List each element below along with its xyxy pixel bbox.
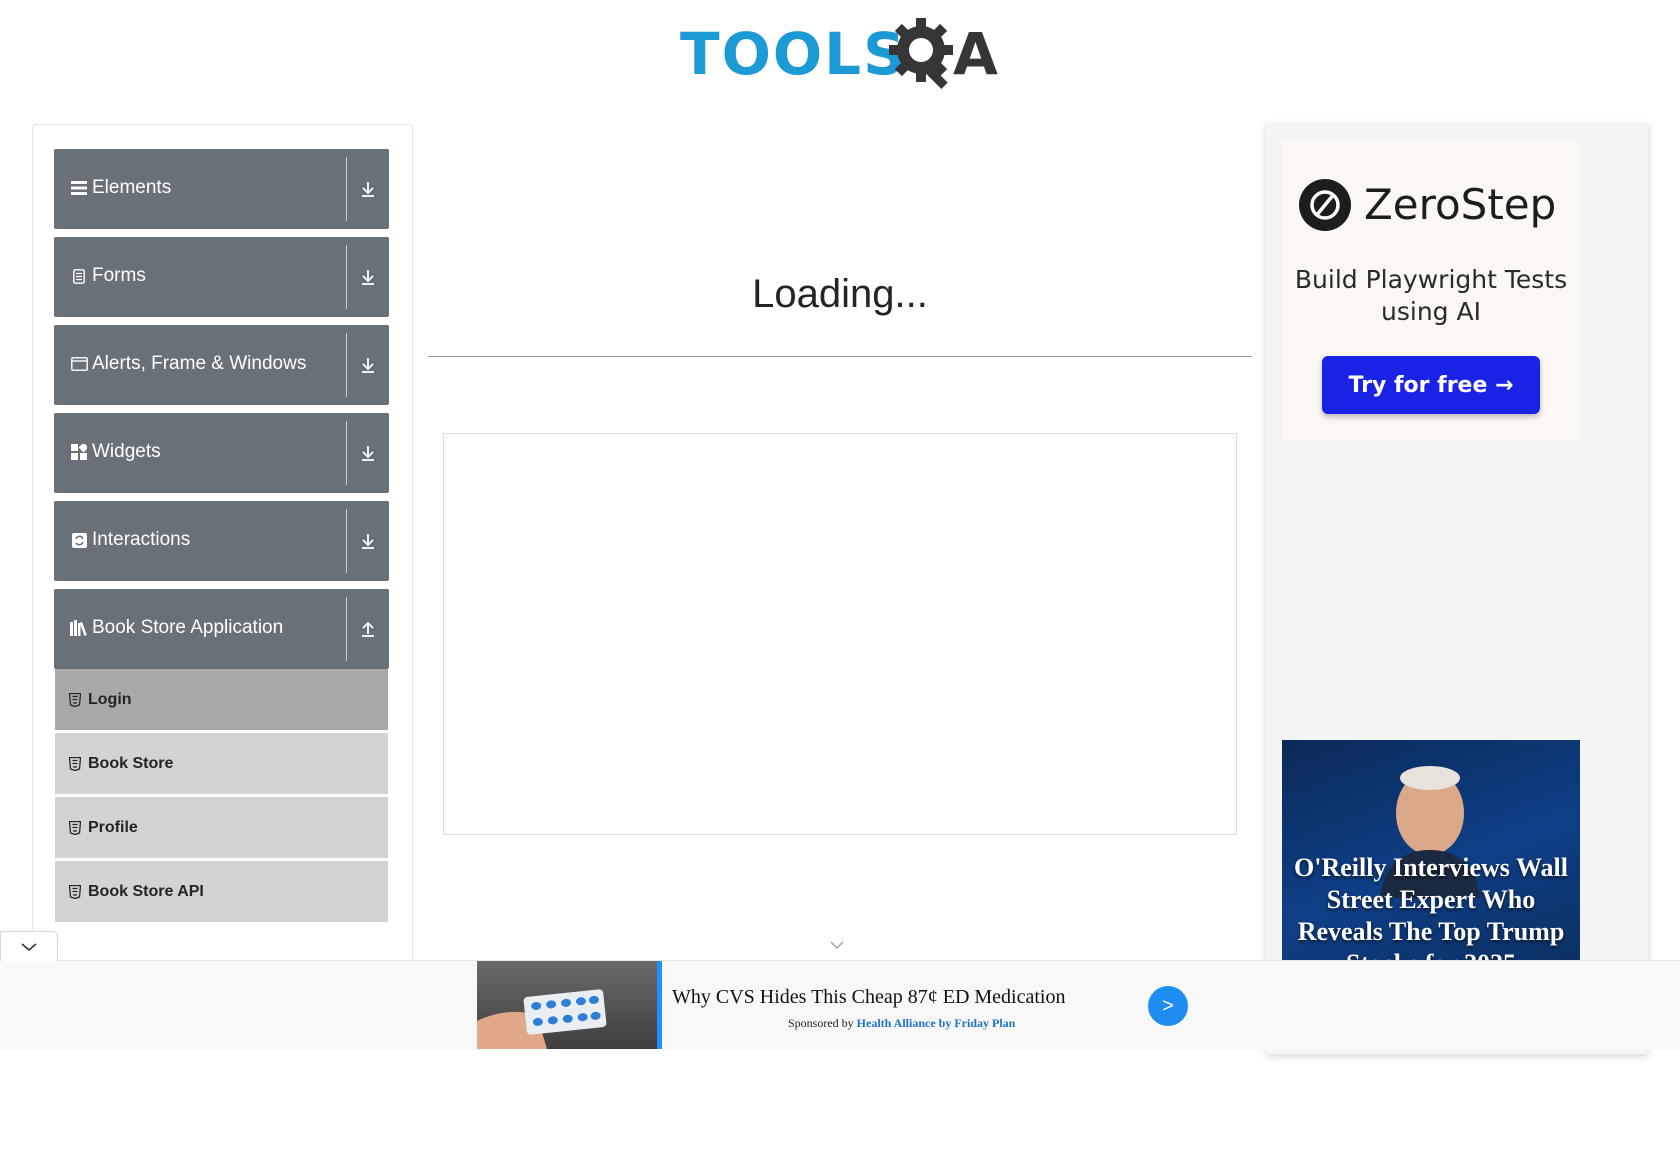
content-placeholder [443,433,1237,835]
site-header: TOOLS A [0,0,1680,110]
sidebar-item-login[interactable]: Login [55,669,388,731]
sidebar-item-label: Login [88,691,132,708]
sidebar-item-label: Profile [88,819,138,836]
sidebar-group-label: Elements [92,177,172,198]
html5-icon [69,693,81,707]
logo-text-a: A [953,20,998,88]
window-icon [70,354,88,374]
right-ad-column: ZeroStep Build Playwright Tests using AI… [1266,124,1648,1054]
sidebar-group-label: Book Store Application [92,617,284,638]
expand-arrow-icon[interactable] [347,325,389,405]
sidebar-group-elements[interactable]: Elements [54,149,389,229]
sidebar-group-label: Interactions [92,529,191,550]
sidebar-group-widgets[interactable]: Widgets [54,413,389,493]
main-content: Loading... [428,124,1252,964]
page: TOOLS A Elements Forms Alerts, Frame & W… [0,0,1680,1154]
divider [428,356,1252,357]
chevron-down-icon[interactable] [829,940,845,950]
sidebar-group-label: Forms [92,265,146,286]
expand-arrow-icon[interactable] [347,237,389,317]
sidebar-item-label: Book Store API [88,883,204,900]
sidebar-item-book-store-api[interactable]: Book Store API [55,861,388,923]
sidebar-group-label: Widgets [92,441,161,462]
try-for-free-button[interactable]: Try for free → [1322,356,1540,414]
form-icon [70,266,88,286]
sponsored-by-label: Sponsored by [788,1016,854,1030]
bottom-sticky-ad: Why CVS Hides This Cheap 87¢ ED Medicati… [0,931,1680,1050]
widgets-icon [70,442,88,462]
chevron-down-icon [21,942,37,951]
zerostep-logo-icon [1299,179,1351,231]
books-icon [70,618,88,638]
sidebar-group-label: Alerts, Frame & Windows [92,353,307,374]
gear-magnifier-icon [889,18,953,90]
html5-icon [69,821,81,835]
ad-title[interactable]: Why CVS Hides This Cheap 87¢ ED Medicati… [672,986,1065,1009]
sidebar-group-alerts-frame-windows[interactable]: Alerts, Frame & Windows [54,325,389,405]
sidebar-item-profile[interactable]: Profile [55,797,388,859]
html5-icon [69,757,81,771]
sidebar-group-interactions[interactable]: Interactions [54,501,389,581]
collapse-ad-button[interactable] [0,931,58,961]
expand-arrow-icon[interactable] [347,149,389,229]
interactions-icon [70,530,88,550]
ad-image[interactable] [477,961,662,1049]
list-icon [70,178,88,198]
expand-arrow-icon[interactable] [347,501,389,581]
zerostep-name: ZeroStep [1364,180,1557,229]
ad-tagline: Build Playwright Tests using AI [1294,265,1568,326]
toolsqa-logo[interactable]: TOOLS A [680,14,1005,94]
pill-pack-photo [477,989,607,1049]
loading-text: Loading... [752,272,928,316]
sponsor-name[interactable]: Health Alliance by Friday Plan [857,1016,1016,1030]
logo-text-tools: TOOLS [680,20,907,88]
sidebar-item-book-store[interactable]: Book Store [55,733,388,795]
zerostep-ad[interactable]: ZeroStep Build Playwright Tests using AI… [1282,140,1580,440]
sidebar-group-book-store-application[interactable]: Book Store Application [54,589,389,669]
sidebar-group-forms[interactable]: Forms [54,237,389,317]
collapse-arrow-icon[interactable] [347,589,389,669]
html5-icon [69,885,81,899]
zerostep-brand: ZeroStep [1298,178,1568,234]
expand-arrow-icon[interactable] [347,413,389,493]
ad-sponsor-line: Sponsored by Health Alliance by Friday P… [788,1016,1015,1031]
ad-go-button[interactable]: > [1148,986,1188,1026]
sidebar-item-label: Book Store [88,755,174,772]
left-sidebar: Elements Forms Alerts, Frame & Windows W… [32,124,413,984]
